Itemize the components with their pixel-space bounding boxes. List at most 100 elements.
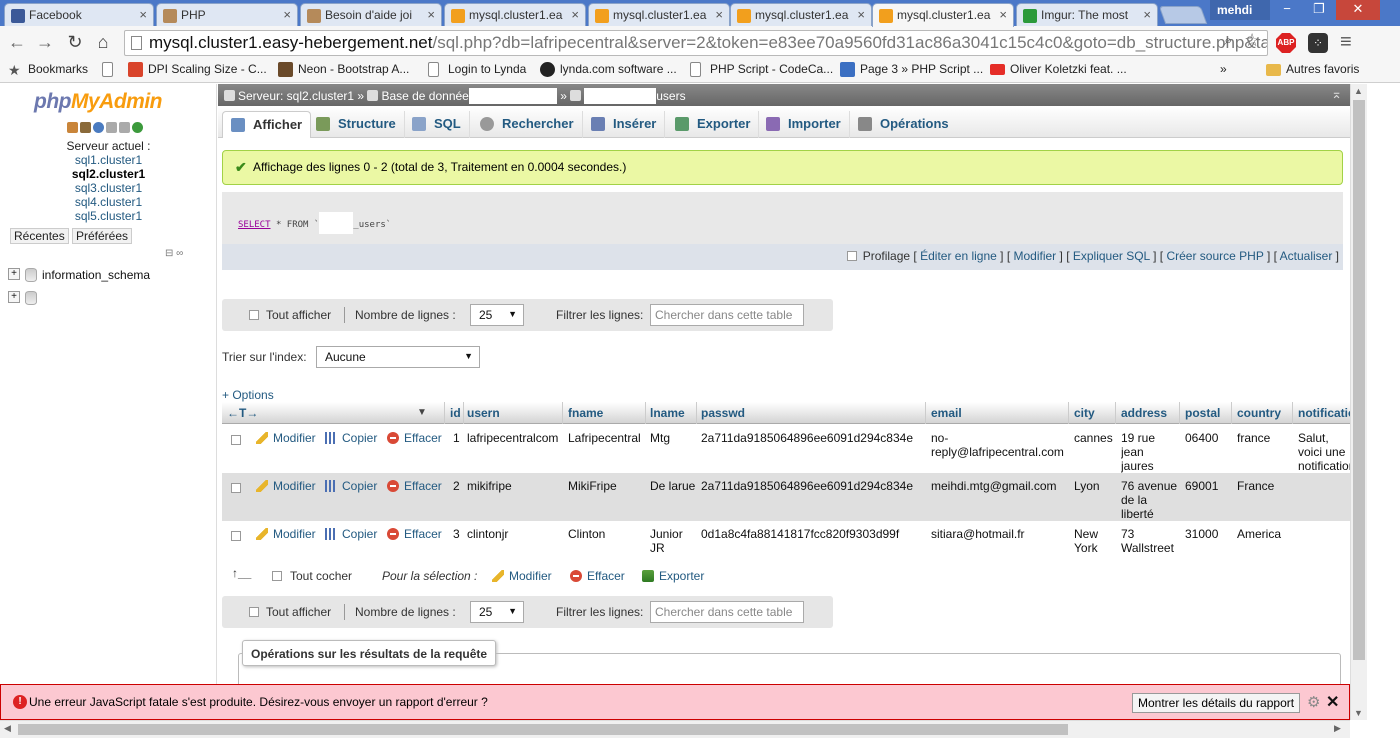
rows-select[interactable]: 25 ▼ — [470, 304, 524, 326]
tab-facebook[interactable]: Facebook × — [4, 3, 154, 26]
settings-icon[interactable] — [119, 122, 130, 133]
cell-usern[interactable]: lafripecentralcom — [467, 431, 561, 445]
filter-input[interactable]: Chercher dans cette table — [650, 601, 804, 623]
sort-index-select[interactable]: Aucune ▼ — [316, 346, 480, 368]
reload-icon[interactable] — [132, 122, 143, 133]
caret-down-icon[interactable]: ▼ — [417, 406, 427, 422]
sql-keyword-select[interactable]: SELECT — [238, 220, 271, 230]
recent-tables-tab[interactable]: Récentes — [10, 228, 69, 244]
server-link-3[interactable]: sql3.cluster1 — [0, 181, 217, 195]
server-link-1[interactable]: sql1.cluster1 — [0, 153, 217, 167]
server-link-2[interactable]: sql2.cluster1 — [0, 167, 217, 181]
check-all-label[interactable]: Tout cocher — [290, 569, 352, 583]
row-checkbox[interactable] — [231, 531, 241, 541]
cell-lname[interactable]: Junior JR — [650, 527, 696, 555]
tab-insert[interactable]: Insérer — [583, 111, 666, 138]
bookmark-other[interactable]: Autres favoris — [1266, 62, 1359, 76]
bookmark-youtube[interactable]: Oliver Koletzki feat. ... — [990, 62, 1127, 76]
cell-usern[interactable]: mikifripe — [467, 479, 561, 493]
delete-row-link[interactable]: Effacer — [387, 431, 442, 445]
tab-import[interactable]: Importer — [758, 111, 850, 138]
tab-browse[interactable]: Afficher — [222, 111, 312, 138]
profiling-checkbox[interactable] — [846, 251, 857, 261]
tab-export[interactable]: Exporter — [667, 111, 760, 138]
tab-mysql-1[interactable]: mysql.cluster1.ea × — [444, 3, 586, 26]
scroll-thumb[interactable] — [1353, 100, 1365, 660]
cell-id[interactable]: 3 — [453, 527, 465, 541]
close-icon[interactable]: × — [427, 7, 435, 22]
address-bar[interactable]: mysql.cluster1.easy-hebergement.net/sql.… — [124, 30, 1268, 56]
cell-email[interactable]: no-reply@lafripecentral.com — [931, 431, 1068, 459]
close-icon[interactable]: × — [715, 7, 723, 22]
bookmark-neon[interactable]: Neon - Bootstrap A... — [278, 62, 409, 77]
cell-postal[interactable]: 31000 — [1185, 527, 1231, 541]
cell-id[interactable]: 1 — [453, 431, 465, 445]
expand-icon[interactable]: + — [8, 291, 20, 303]
cell-passwd[interactable]: 2a711da9185064896ee6091d294c834e — [701, 431, 925, 445]
tab-mysql-2[interactable]: mysql.cluster1.ea × — [588, 3, 730, 26]
show-all-checkbox[interactable] — [249, 310, 259, 320]
show-report-details-button[interactable]: Montrer les détails du rapport — [1132, 693, 1301, 713]
tab-sql[interactable]: SQL — [404, 111, 470, 138]
server-link-4[interactable]: sql4.cluster1 — [0, 195, 217, 209]
bookmark-lynda-login[interactable]: Login to Lynda — [428, 62, 526, 77]
breadcrumb-database[interactable]: Base de donnée — [381, 89, 468, 103]
cell-address[interactable]: 73 Wallstreet — [1121, 527, 1179, 555]
cell-address[interactable]: 76 avenue de la liberté — [1121, 479, 1179, 521]
help-icon[interactable] — [93, 122, 104, 133]
reload-icon[interactable]: ↻ — [64, 31, 86, 53]
delete-row-link[interactable]: Effacer — [387, 479, 442, 493]
column-header-postal[interactable]: postal — [1185, 406, 1220, 422]
breadcrumb-server[interactable]: Serveur: sql2.cluster1 — [238, 89, 354, 103]
copy-row-link[interactable]: Copier — [325, 479, 377, 493]
close-icon[interactable]: × — [999, 7, 1007, 22]
new-tab-button[interactable] — [1158, 6, 1208, 24]
minimize-button[interactable]: − — [1272, 0, 1302, 20]
logout-icon[interactable] — [80, 122, 91, 133]
cell-city[interactable]: Lyon — [1074, 479, 1116, 493]
filter-input[interactable]: Chercher dans cette table — [650, 304, 804, 326]
bulk-delete-link[interactable]: Effacer — [570, 569, 625, 583]
cell-passwd[interactable]: 2a711da9185064896ee6091d294c834e — [701, 479, 925, 493]
cell-postal[interactable]: 69001 — [1185, 479, 1231, 493]
db-tree-item[interactable]: + information_schema — [8, 268, 150, 282]
cell-usern[interactable]: clintonjr — [467, 527, 561, 541]
bulk-export-link[interactable]: Exporter — [642, 569, 704, 583]
pma-logo[interactable]: phpMyAdmin — [34, 90, 162, 114]
column-header-lname[interactable]: lname — [650, 406, 685, 422]
cell-fname[interactable]: Lafripecentral — [568, 431, 646, 445]
horizontal-scrollbar[interactable]: ◀ ▶ — [0, 720, 1350, 738]
rows-select[interactable]: 25 ▼ — [470, 601, 524, 623]
breadcrumb-table[interactable]: users — [656, 89, 685, 103]
delete-row-link[interactable]: Effacer — [387, 527, 442, 541]
bookmarks-star[interactable]: ★ Bookmarks — [8, 62, 88, 78]
extension-icon[interactable]: ⁘ — [1308, 33, 1328, 53]
close-icon[interactable]: × — [857, 7, 865, 22]
column-header-city[interactable]: city — [1074, 406, 1095, 422]
scroll-up-icon[interactable]: ▲ — [1354, 86, 1363, 96]
column-header-fname[interactable]: fname — [568, 406, 603, 422]
favorite-tables-tab[interactable]: Préférées — [72, 228, 133, 244]
show-all-checkbox[interactable] — [249, 607, 259, 617]
profile-name[interactable]: mehdi — [1210, 0, 1270, 20]
forward-arrow-icon[interactable]: → — [34, 31, 56, 53]
docs-icon[interactable] — [106, 122, 117, 133]
edit-row-link[interactable]: Modifier — [256, 527, 316, 541]
column-header-email[interactable]: email — [931, 406, 962, 422]
cell-city[interactable]: cannes — [1074, 431, 1116, 445]
collapse-all-icon[interactable]: ⊟ ∞ — [165, 248, 183, 259]
check-all-checkbox[interactable] — [272, 571, 282, 581]
home-icon[interactable] — [67, 122, 78, 133]
scroll-left-icon[interactable]: ◀ — [4, 723, 11, 734]
explain-sql-link[interactable]: Expliquer SQL — [1073, 249, 1150, 263]
inline-edit-link[interactable]: Éditer en ligne — [920, 249, 997, 263]
column-header-usern[interactable]: usern — [467, 406, 500, 422]
edit-row-link[interactable]: Modifier — [256, 431, 316, 445]
vertical-scrollbar[interactable]: ▲ ▼ — [1350, 84, 1367, 720]
scroll-down-icon[interactable]: ▼ — [1354, 708, 1363, 718]
cell-postal[interactable]: 06400 — [1185, 431, 1231, 445]
copy-row-link[interactable]: Copier — [325, 527, 377, 541]
edit-row-link[interactable]: Modifier — [256, 479, 316, 493]
row-checkbox[interactable] — [231, 435, 241, 445]
db-tree-item[interactable]: + — [8, 291, 146, 308]
